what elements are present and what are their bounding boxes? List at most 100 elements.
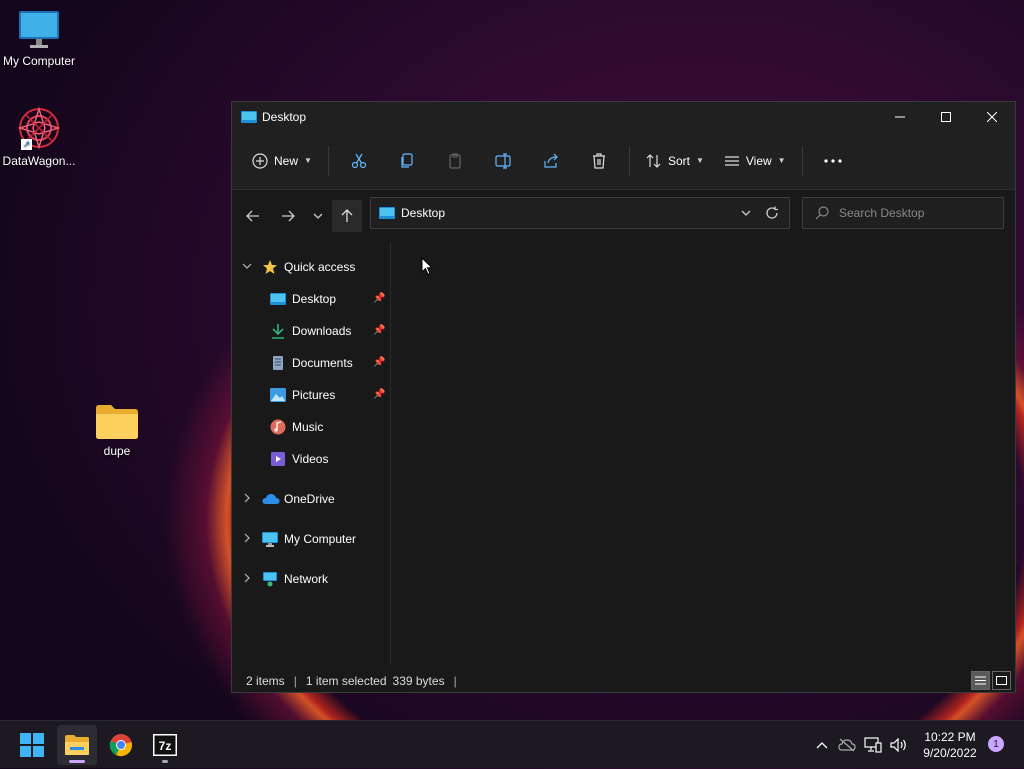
view-label: View	[745, 153, 772, 168]
status-bar: 2 items | 1 item selected 339 bytes |	[232, 670, 1015, 692]
pin-icon[interactable]: 📌	[373, 293, 385, 304]
pin-icon[interactable]: 📌	[373, 325, 385, 336]
maximize-button[interactable]	[923, 102, 969, 132]
download-arrow-icon	[272, 324, 284, 339]
chevron-down-icon: ▼	[304, 156, 312, 165]
show-hidden-icons-button[interactable]	[810, 741, 834, 749]
sort-button[interactable]: Sort ▼	[636, 145, 714, 177]
picture-icon	[270, 388, 286, 402]
desktop-icon-label: My Computer	[2, 54, 76, 68]
datawagon-app-icon: ↗	[17, 106, 61, 150]
paste-button[interactable]	[431, 145, 479, 177]
more-options-button[interactable]	[809, 145, 857, 177]
share-button[interactable]	[527, 145, 575, 177]
chevron-right-icon[interactable]	[244, 533, 250, 546]
rename-button[interactable]	[479, 145, 527, 177]
close-button[interactable]	[969, 102, 1015, 132]
start-button[interactable]	[12, 725, 52, 765]
add-circle-icon	[252, 152, 268, 169]
monitor-icon	[262, 531, 278, 547]
volume-tray-button[interactable]	[886, 738, 912, 752]
new-label: New	[274, 153, 299, 168]
network-icon	[263, 571, 277, 586]
taskbar-7zip[interactable]: 7z	[145, 725, 185, 765]
window-title: Desktop	[262, 110, 307, 124]
taskbar-chrome[interactable]	[101, 725, 141, 765]
nav-item-documents[interactable]: Documents	[270, 352, 353, 374]
onedrive-tray-button[interactable]	[834, 738, 860, 752]
nav-item-downloads[interactable]: Downloads	[270, 320, 351, 342]
star-icon	[263, 260, 277, 274]
sort-label: Sort	[667, 153, 690, 168]
desktop-icon-label: dupe	[103, 444, 131, 458]
copy-button[interactable]	[383, 145, 431, 177]
active-indicator	[69, 760, 85, 763]
chevron-down-icon[interactable]	[242, 261, 252, 272]
nav-label: My Computer	[284, 532, 357, 546]
desktop-folder-icon	[241, 111, 257, 123]
minimize-button[interactable]	[877, 102, 923, 132]
navigation-pane: Quick access Desktop 📌 Downloads 📌 Docum…	[232, 242, 391, 664]
back-button[interactable]	[237, 200, 269, 232]
search-box[interactable]: Search Desktop	[802, 197, 1004, 229]
chevron-down-icon: ▼	[695, 156, 704, 165]
details-view-button[interactable]	[971, 671, 990, 690]
nav-label: Network	[284, 572, 329, 586]
desktop-icon-datawagon[interactable]: ↗ DataWagon...	[0, 106, 78, 169]
nav-label: Desktop	[292, 292, 337, 306]
nav-label: Documents	[292, 356, 353, 370]
nav-item-music[interactable]: Music	[270, 416, 323, 438]
cut-button[interactable]	[335, 145, 383, 177]
nav-label: Downloads	[292, 324, 352, 338]
nav-item-my-computer[interactable]: My Computer	[262, 528, 356, 550]
nav-item-desktop[interactable]: Desktop	[270, 288, 336, 310]
nav-item-videos[interactable]: Videos	[270, 448, 328, 470]
view-button[interactable]: View ▼	[714, 145, 796, 177]
notification-badge[interactable]: 1	[988, 736, 1004, 752]
pin-icon[interactable]: 📌	[373, 389, 385, 400]
status-item-count: 2 items	[246, 674, 285, 688]
thumbnail-view-icon	[996, 676, 1007, 685]
desktop-folder-icon	[379, 207, 395, 219]
recent-locations-button[interactable]	[304, 200, 332, 232]
nav-label: Videos	[292, 452, 329, 466]
large-icons-view-button[interactable]	[992, 671, 1011, 690]
pin-icon[interactable]: 📌	[373, 357, 385, 368]
document-icon	[273, 356, 283, 370]
command-bar: New ▼ Sort ▼ View ▼	[232, 132, 1015, 190]
shortcut-arrow-icon: ↗	[21, 139, 32, 150]
close-icon	[987, 112, 997, 122]
search-icon	[815, 206, 829, 220]
taskbar-file-explorer[interactable]	[57, 725, 97, 765]
nav-item-network[interactable]: Network	[262, 568, 328, 590]
minimize-icon	[895, 116, 905, 118]
arrow-right-icon	[282, 210, 295, 222]
status-separator: |	[453, 674, 457, 688]
nav-item-quick-access[interactable]: Quick access	[262, 256, 355, 278]
forward-button[interactable]	[272, 200, 304, 232]
desktop-icon-my-computer[interactable]: My Computer	[0, 10, 78, 69]
new-button[interactable]: New ▼	[242, 145, 322, 177]
nav-label: Music	[292, 420, 324, 434]
nav-item-pictures[interactable]: Pictures	[270, 384, 335, 406]
address-bar[interactable]: Desktop	[370, 197, 790, 229]
desktop-folder-icon	[270, 293, 286, 305]
desktop-icon-label: DataWagon...	[2, 154, 76, 168]
chevron-right-icon[interactable]	[244, 573, 250, 586]
desktop-icon-dupe-folder[interactable]: dupe	[78, 404, 156, 459]
delete-button[interactable]	[575, 145, 623, 177]
title-bar[interactable]: Desktop	[232, 102, 1015, 132]
chevron-down-icon[interactable]	[741, 210, 751, 216]
nav-label: OneDrive	[284, 492, 335, 506]
speaker-icon	[890, 738, 906, 752]
chevron-right-icon[interactable]	[244, 493, 250, 506]
refresh-icon[interactable]	[765, 206, 779, 220]
nav-label: Quick access	[284, 260, 356, 274]
svg-text:7z: 7z	[159, 739, 172, 753]
network-tray-button[interactable]	[860, 737, 886, 753]
nav-item-onedrive[interactable]: OneDrive	[262, 488, 335, 510]
up-button[interactable]	[332, 200, 362, 232]
7zip-icon: 7z	[153, 734, 177, 756]
taskbar-clock[interactable]: 10:22 PM 9/20/2022	[910, 729, 990, 761]
running-indicator	[162, 760, 168, 763]
